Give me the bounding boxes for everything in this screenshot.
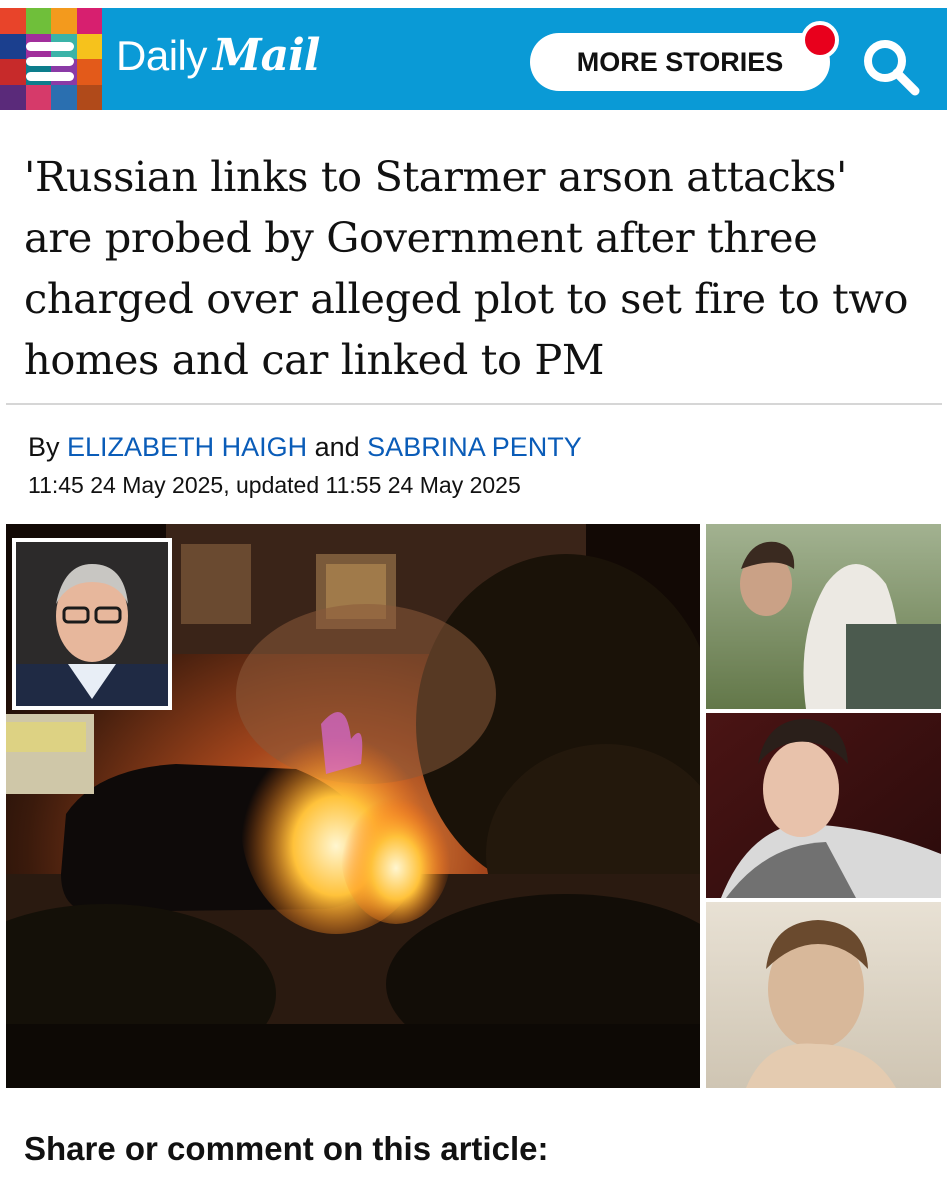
mosaic-tile <box>76 84 102 110</box>
author-link-sabrina-penty[interactable]: SABRINA PENTY <box>367 432 582 462</box>
mosaic-tile <box>0 33 26 59</box>
mosaic-tile <box>0 84 26 110</box>
mosaic-tile <box>51 84 77 110</box>
suspect-photo-1 <box>706 524 941 709</box>
mosaic-tile <box>76 59 102 85</box>
site-logo[interactable]: Daily Mail <box>116 30 321 90</box>
mosaic-tile <box>51 8 77 34</box>
logo-daily-text: Daily <box>116 32 207 79</box>
article-headline: 'Russian links to Starmer arson attacks'… <box>24 152 909 384</box>
notification-dot <box>801 21 839 59</box>
mosaic-tile <box>25 8 51 34</box>
court-sketch-photo <box>706 902 941 1088</box>
more-stories-button[interactable]: MORE STORIES <box>530 33 830 91</box>
divider <box>6 403 942 405</box>
share-comment-heading: Share or comment on this article: <box>24 1130 549 1167</box>
mosaic-tile <box>0 59 26 85</box>
byline: By ELIZABETH HAIGH and SABRINA PENTY <box>28 432 582 463</box>
inset-portrait-photo <box>12 538 172 710</box>
author-link-elizabeth-haigh[interactable]: ELIZABETH HAIGH <box>67 432 307 462</box>
mosaic-tile <box>76 8 102 34</box>
lead-image-graphic <box>6 524 941 1088</box>
suspect-photo-2 <box>706 713 941 898</box>
mosaic-tile <box>25 84 51 110</box>
logo-mail-text: Mail <box>212 30 321 81</box>
byline-prefix: By <box>28 432 60 462</box>
byline-and: and <box>314 432 360 462</box>
article-timestamp: 11:45 24 May 2025, updated 11:55 24 May … <box>28 472 521 498</box>
menu-icon[interactable] <box>26 42 74 82</box>
mosaic-tile <box>76 33 102 59</box>
search-icon[interactable] <box>860 36 922 98</box>
article-lead-image[interactable] <box>6 524 941 1088</box>
site-header: Daily Mail MORE STORIES <box>0 8 947 110</box>
mosaic-tile <box>0 8 26 34</box>
